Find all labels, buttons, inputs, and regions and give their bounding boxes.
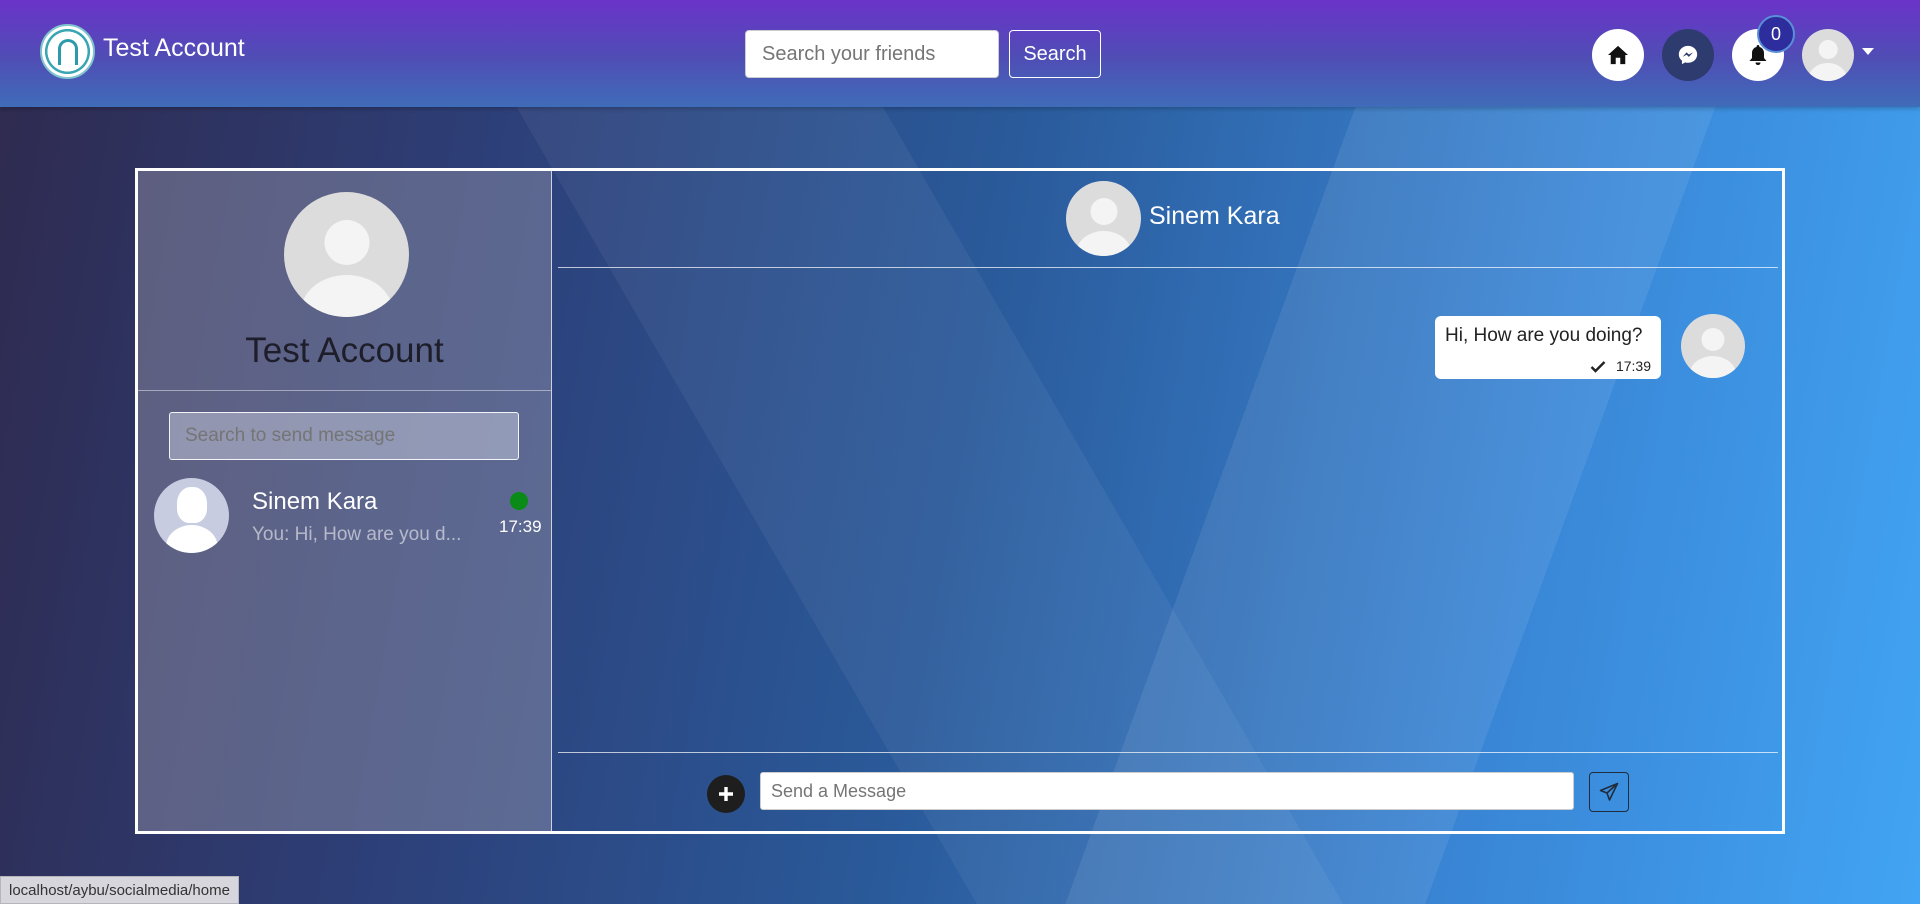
message-input[interactable] <box>760 772 1574 810</box>
message-meta: 17:39 <box>1590 358 1651 374</box>
plus-icon <box>719 787 733 801</box>
last-message-preview: You: Hi, How are you d... <box>252 524 462 545</box>
attach-button[interactable] <box>707 775 745 813</box>
message-time: 17:39 <box>1615 358 1651 374</box>
university-logo-icon <box>40 24 95 79</box>
divider <box>558 752 1778 753</box>
contact-name: Sinem Kara <box>252 488 378 515</box>
send-button[interactable] <box>1589 772 1629 812</box>
brand-title: Test Account <box>103 34 245 62</box>
conversation-item[interactable]: Sinem Kara You: Hi, How are you d... 17:… <box>154 478 544 554</box>
message-search-input[interactable] <box>169 412 519 460</box>
divider <box>558 267 1778 268</box>
notification-count-badge: 0 <box>1757 15 1795 53</box>
chat-window: Sinem Kara Hi, How are you doing? 17:39 <box>552 171 1782 831</box>
user-avatar[interactable] <box>1802 29 1854 81</box>
messenger-icon <box>1678 45 1698 65</box>
profile-name: Test Account <box>245 331 444 370</box>
chat-contact-name: Sinem Kara <box>1149 202 1280 230</box>
divider <box>138 390 551 391</box>
friend-search-input[interactable] <box>745 30 999 78</box>
online-status-icon <box>510 492 528 510</box>
brand[interactable]: Test Account <box>40 24 245 79</box>
profile-avatar <box>284 192 409 317</box>
browser-status-url: localhost/aybu/socialmedia/home <box>0 876 239 904</box>
check-icon <box>1590 360 1606 373</box>
top-navbar: Test Account Search 0 <box>0 0 1920 107</box>
contact-avatar <box>154 478 229 553</box>
search-button[interactable]: Search <box>1009 30 1101 78</box>
message-text: Hi, How are you doing? <box>1445 325 1643 346</box>
messenger-panel: Test Account Sinem Kara You: Hi, How are… <box>135 168 1785 834</box>
last-message-time: 17:39 <box>499 517 542 536</box>
paper-plane-icon <box>1599 782 1619 801</box>
conversations-sidebar: Test Account Sinem Kara You: Hi, How are… <box>138 171 552 831</box>
message-bubble: Hi, How are you doing? 17:39 <box>1435 316 1661 379</box>
home-icon <box>1608 45 1628 65</box>
home-button[interactable] <box>1592 29 1644 81</box>
caret-down-icon[interactable] <box>1862 48 1874 55</box>
chat-contact-avatar <box>1066 181 1141 256</box>
messenger-button[interactable] <box>1662 29 1714 81</box>
sender-avatar <box>1681 314 1745 378</box>
